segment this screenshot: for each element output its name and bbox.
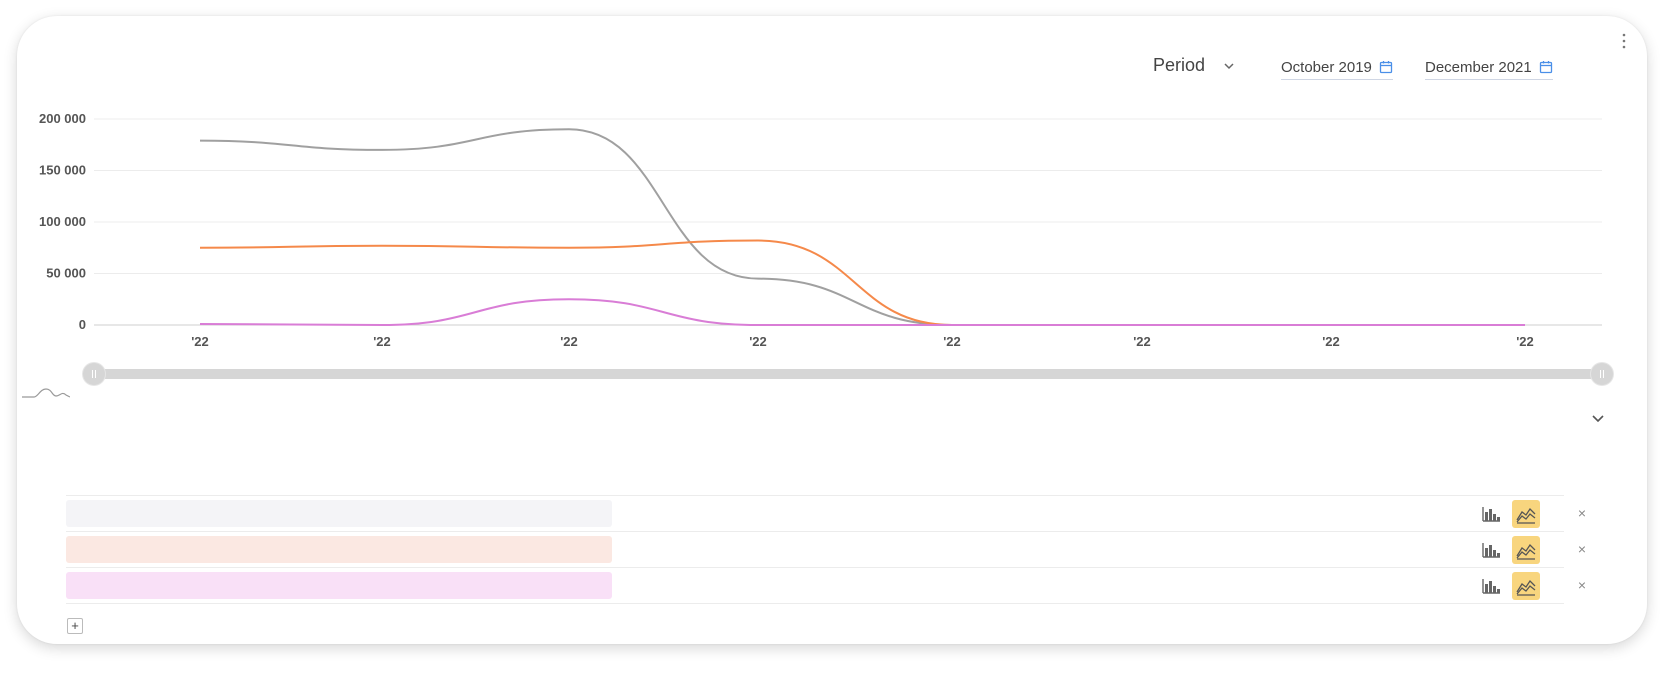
series-line-1 <box>199 239 1525 327</box>
close-icon[interactable]: × <box>1574 575 1590 595</box>
series-line-0 <box>199 128 1525 327</box>
x-tick-label: '22 <box>1133 334 1151 349</box>
area-chart-icon[interactable] <box>1512 536 1540 564</box>
area-chart-icon[interactable] <box>1512 500 1540 528</box>
date-from-field[interactable]: October 2019 <box>1281 55 1393 80</box>
period-dropdown[interactable]: Period <box>1153 52 1235 78</box>
y-tick-label: 100 000 <box>39 214 86 229</box>
x-tick-label: '22 <box>1516 334 1534 349</box>
x-tick-label: '22 <box>943 334 961 349</box>
more-menu-icon[interactable] <box>1617 30 1631 52</box>
x-tick-label: '22 <box>749 334 767 349</box>
range-slider-end-handle[interactable] <box>1591 363 1613 385</box>
series-row: × <box>66 531 1586 567</box>
area-chart-icon[interactable] <box>1512 572 1540 600</box>
line-chart: 050 000100 000150 000200 000 '22'22'22'2… <box>39 111 1602 349</box>
series-name-input[interactable] <box>66 572 612 599</box>
x-tick-label: '22 <box>1322 334 1340 349</box>
series-row: × <box>66 567 1586 604</box>
date-to-field[interactable]: December 2021 <box>1425 55 1553 80</box>
x-tick-label: '22 <box>560 334 578 349</box>
y-tick-label: 150 000 <box>39 163 86 178</box>
y-tick-label: 0 <box>79 317 86 332</box>
bar-chart-icon[interactable] <box>1477 500 1505 528</box>
x-tick-label: '22 <box>191 334 209 349</box>
calendar-icon <box>1539 60 1553 74</box>
close-icon[interactable]: × <box>1574 539 1590 559</box>
y-tick-label: 200 000 <box>39 111 86 126</box>
range-slider-track[interactable] <box>94 369 1602 379</box>
bar-chart-icon[interactable] <box>1477 572 1505 600</box>
x-axis-ticks: '22 '22 '22 '22 '22 '22 '22 '22 <box>191 334 1534 349</box>
series-name-input[interactable] <box>66 536 612 563</box>
range-slider-start-handle[interactable] <box>83 363 105 385</box>
smooth-curve-icon[interactable] <box>22 383 71 399</box>
date-to-value: December 2021 <box>1425 58 1532 76</box>
x-tick-label: '22 <box>373 334 391 349</box>
chevron-down-icon[interactable] <box>1590 410 1606 426</box>
period-label: Period <box>1153 54 1206 75</box>
series-name-input[interactable] <box>66 500 612 527</box>
add-series-button[interactable]: + <box>67 618 83 634</box>
chart-series <box>199 128 1525 327</box>
y-tick-label: 50 000 <box>46 266 86 281</box>
series-line-2 <box>199 298 1525 327</box>
chevron-down-icon <box>1223 59 1235 71</box>
calendar-icon <box>1379 60 1393 74</box>
y-axis-ticks: 0 50 000 100 000 150 000 200 000 <box>39 111 86 332</box>
date-from-value: October 2019 <box>1281 58 1372 76</box>
chart-grid <box>94 118 1602 326</box>
bar-chart-icon[interactable] <box>1477 536 1505 564</box>
series-row: × <box>66 495 1586 531</box>
close-icon[interactable]: × <box>1574 503 1590 523</box>
